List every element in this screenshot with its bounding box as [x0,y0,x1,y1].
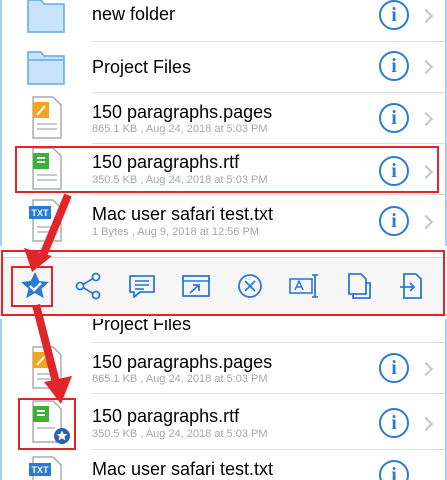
info-button[interactable]: i [379,103,409,133]
chevron-right-icon [418,8,434,24]
chevron-right-icon [418,164,434,180]
info-button[interactable]: i [379,0,409,30]
file-name: Project Files [92,57,192,77]
rtf-file-icon [32,147,62,190]
favorite-button[interactable] [17,268,53,304]
file-meta: 865.1 KB , Aug 24, 2018 at 5:03 PM [92,373,268,385]
info-button[interactable]: i [379,460,409,480]
move-icon [400,273,422,299]
open-in-icon [182,275,210,297]
chevron-right-icon [418,361,434,377]
share-button[interactable] [70,268,106,304]
move-button[interactable] [394,268,430,304]
pages-file-icon [32,346,62,389]
copy-icon [348,273,371,299]
favorite-icon [21,272,49,299]
chevron-right-icon [418,59,434,75]
list-item[interactable]: new folder i [2,0,445,44]
file-name: Project Files [92,319,192,334]
folder-icon [27,51,65,85]
file-name: 150 paragraphs.pages [92,102,273,122]
file-name: 150 paragraphs.rtf [92,406,240,426]
rename-icon [289,274,318,298]
pages-file-icon [32,96,62,139]
action-toolbar [0,257,447,315]
file-meta: 1 Bytes , Aug 9, 2018 at 12:56 PM [92,226,259,238]
txt-badge: TXT [32,208,50,218]
file-name: Mac user safari test.txt [92,459,274,479]
chevron-right-icon [418,111,434,127]
file-name: 150 paragraphs.rtf [92,152,240,172]
list-item[interactable]: TXT Mac user safari test.txt i [2,450,445,480]
list-item[interactable]: 150 paragraphs.rtf 350.5 KB , Aug 24, 20… [2,394,445,449]
txt-file-icon: TXT [29,199,62,242]
list-item[interactable]: 150 paragraphs.pages 865.1 KB , Aug 24, … [2,343,445,393]
rtf-file-icon [32,400,70,444]
info-button[interactable]: i [379,408,409,438]
file-meta: 350.5 KB , Aug 24, 2018 at 5:03 PM [92,428,268,440]
info-button[interactable]: i [379,51,409,81]
comment-icon [129,275,155,298]
delete-icon [238,274,262,298]
file-name: Mac user safari test.txt [92,204,274,224]
file-meta: 865.1 KB , Aug 24, 2018 at 5:03 PM [92,123,268,135]
chevron-right-icon [418,214,434,230]
file-list-bottom: Project Files 150 paragraphs.pages 865.1… [0,319,447,480]
file-name: new folder [92,4,176,24]
info-button[interactable]: i [379,353,409,383]
info-button[interactable]: i [379,156,409,186]
list-item[interactable]: 150 paragraphs.pages 865.1 KB , Aug 24, … [2,93,445,143]
list-item[interactable]: Project Files i [2,42,445,92]
file-meta: 350.5 KB , Aug 24, 2018 at 5:03 PM [92,174,268,186]
file-list-top: new folder i Project Files i 150 paragra… [0,0,447,246]
info-button[interactable]: i [379,206,409,236]
copy-button[interactable] [340,268,376,304]
comment-button[interactable] [124,268,160,304]
rename-button[interactable] [286,268,322,304]
txt-file-icon: TXT [29,456,62,480]
list-item[interactable]: TXT Mac user safari test.txt 1 Bytes , A… [2,195,445,245]
file-name: 150 paragraphs.pages [92,352,273,372]
txt-badge: TXT [32,465,50,475]
list-item[interactable]: 150 paragraphs.rtf 350.5 KB , Aug 24, 20… [2,144,445,194]
delete-button[interactable] [232,268,268,304]
share-icon [75,272,101,300]
chevron-right-icon [418,416,434,432]
open-in-button[interactable] [178,268,214,304]
folder-icon [27,0,65,33]
